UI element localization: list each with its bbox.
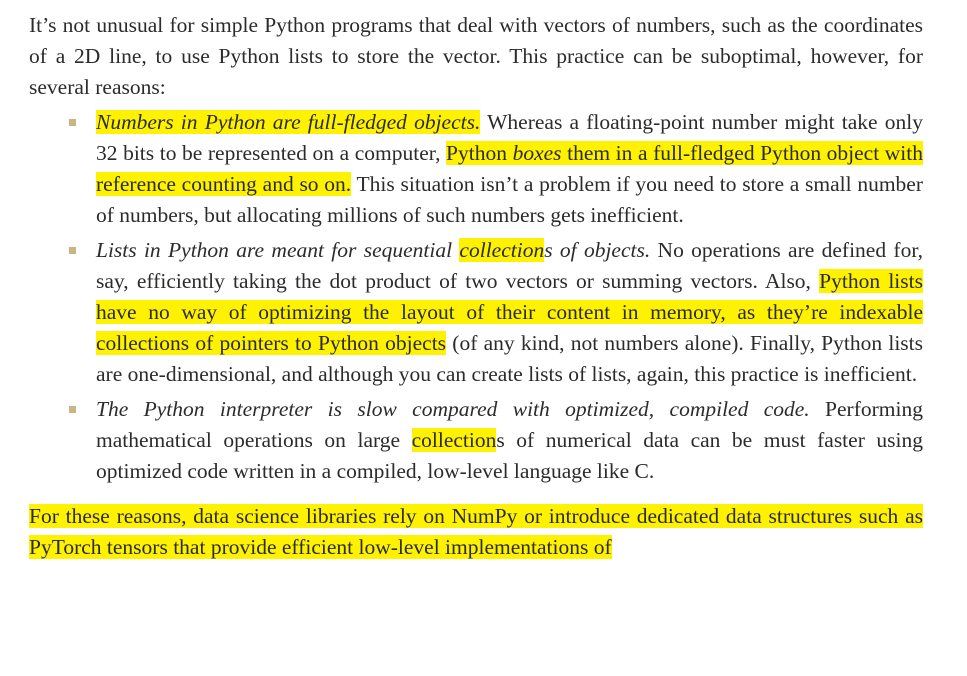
- list-item-numbers-objects: Numbers in Python are full-fledged objec…: [29, 107, 923, 231]
- document-page: It’s not unusual for simple Python progr…: [0, 0, 967, 676]
- highlight-segment: Python: [446, 141, 513, 165]
- closing-paragraph: For these reasons, data science librarie…: [29, 501, 923, 563]
- lead-phrase: The Python interpreter is slow compared …: [96, 397, 810, 421]
- highlighted-text: For these reasons, data science librarie…: [29, 504, 923, 559]
- highlighted-lead-phrase: Numbers in Python are full-fledged objec…: [96, 110, 481, 134]
- square-bullet-icon: [69, 406, 76, 413]
- list-item-lists-sequential: Lists in Python are meant for sequential…: [29, 235, 923, 390]
- lead-phrase: Lists in Python are meant for sequential: [96, 238, 460, 262]
- reasons-list: Numbers in Python are full-fledged objec…: [29, 107, 923, 487]
- square-bullet-icon: [69, 247, 76, 254]
- highlight-italic-word: boxes: [512, 141, 562, 165]
- lead-phrase-end: s of objects.: [544, 238, 651, 262]
- intro-paragraph: It’s not unusual for simple Python progr…: [29, 13, 923, 99]
- highlighted-word: collection: [411, 428, 497, 452]
- list-item-interpreter-slow: The Python interpreter is slow compared …: [29, 394, 923, 487]
- square-bullet-icon: [69, 119, 76, 126]
- highlighted-word: collection: [459, 238, 545, 262]
